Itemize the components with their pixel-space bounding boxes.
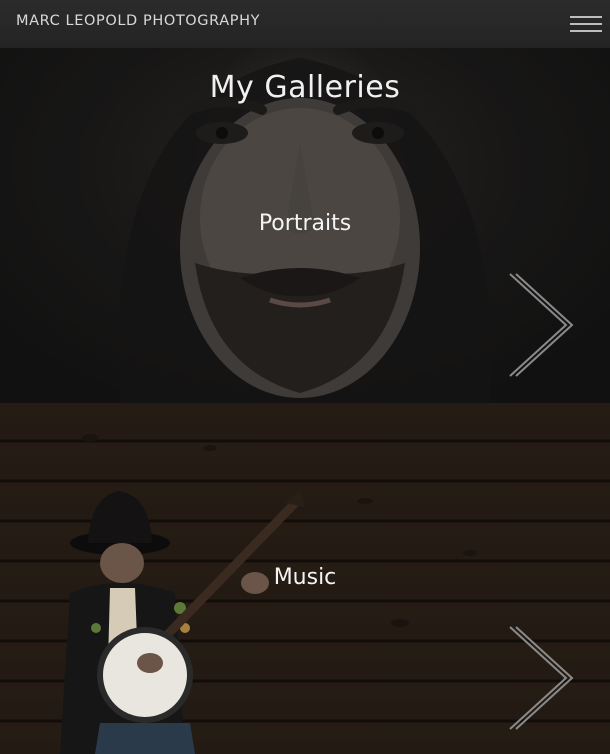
gallery-tile-music[interactable]: Music: [0, 403, 610, 754]
page-title: My Galleries: [209, 70, 401, 105]
chevron-right-icon[interactable]: [506, 270, 576, 380]
gallery-label-portraits[interactable]: Portraits: [0, 211, 610, 236]
page: MARC LEOPOLD PHOTOGRAPHY My Galleries Po…: [0, 0, 610, 754]
site-title[interactable]: MARC LEOPOLD PHOTOGRAPHY: [16, 13, 260, 29]
gallery-tile-portraits[interactable]: My Galleries Portraits: [0, 48, 610, 403]
hamburger-menu-icon[interactable]: [570, 13, 602, 35]
gallery-label-music[interactable]: Music: [0, 565, 610, 590]
chevron-right-icon[interactable]: [506, 623, 576, 733]
site-header: MARC LEOPOLD PHOTOGRAPHY: [0, 0, 610, 48]
